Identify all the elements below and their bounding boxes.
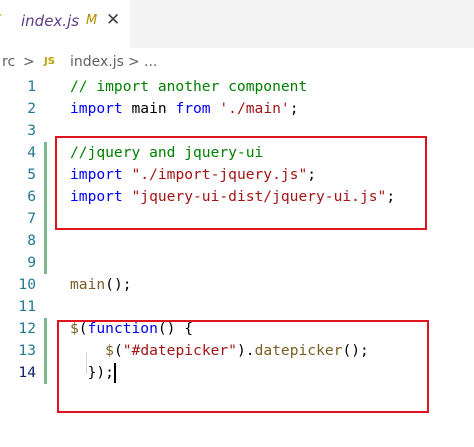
line-number: 4 — [27, 144, 36, 161]
line-number: 9 — [27, 254, 36, 271]
gutter-change-marker[interactable] — [44, 340, 47, 362]
tab-bar: ̸ index.js M ✕ — [0, 0, 474, 48]
tab-filename: index.js — [21, 12, 80, 30]
breadcrumb-file[interactable]: index.js — [70, 54, 124, 70]
line-number: 14 — [18, 364, 36, 381]
line-number: 6 — [27, 188, 36, 205]
code-text: main(); — [70, 274, 132, 296]
line-number: 11 — [18, 298, 36, 315]
code-line[interactable]: 1 // import another component — [0, 76, 474, 98]
javascript-file-icon: JS — [44, 56, 55, 67]
code-line[interactable]: 8 — [0, 230, 474, 252]
gutter-change-marker[interactable] — [44, 230, 47, 252]
modified-indicator: M — [86, 13, 98, 28]
code-line[interactable]: 10 main(); — [0, 274, 474, 296]
line-number: 7 — [27, 210, 36, 227]
breadcrumb-separator: > — [128, 54, 140, 70]
gutter-change-marker[interactable] — [44, 164, 47, 186]
code-text: import main from './main'; — [70, 98, 298, 120]
code-line[interactable]: 11 — [0, 296, 474, 318]
code-token: main — [122, 100, 176, 117]
code-text: // import another component — [70, 76, 307, 98]
code-token: ; — [289, 100, 299, 117]
line-number: 5 — [27, 166, 36, 183]
close-icon[interactable]: ✕ — [106, 10, 120, 30]
gutter-change-marker[interactable] — [44, 362, 47, 384]
code-line[interactable]: 2 import main from './main'; — [0, 98, 474, 120]
code-token: from — [175, 100, 211, 117]
line-number: 12 — [18, 320, 36, 337]
code-token: // import another component — [70, 78, 308, 95]
breadcrumb-separator: > — [23, 54, 35, 70]
line-number: 2 — [27, 100, 36, 117]
highlight-box-jquery-imports — [55, 136, 427, 230]
line-number: 1 — [27, 78, 36, 95]
code-line[interactable]: 9 — [0, 252, 474, 274]
breadcrumb: rc > JS index.js > ... — [0, 50, 474, 74]
code-token: './main' — [219, 100, 290, 117]
breadcrumb-folder[interactable]: rc — [2, 54, 15, 70]
line-number: 8 — [27, 232, 36, 249]
gutter-change-marker[interactable] — [44, 186, 47, 208]
line-number: 13 — [18, 342, 36, 359]
gutter-change-marker[interactable] — [44, 208, 47, 230]
highlight-box-datepicker-init — [57, 320, 429, 413]
tab-index-js[interactable]: ̸ index.js M ✕ — [0, 0, 130, 48]
code-token: main — [70, 276, 106, 293]
breadcrumb-symbol[interactable]: ... — [144, 54, 157, 70]
gutter-change-marker[interactable] — [44, 318, 47, 340]
gutter-change-marker[interactable] — [44, 142, 47, 164]
gutter-change-marker[interactable] — [44, 252, 47, 274]
code-token: import — [70, 100, 123, 117]
line-number: 10 — [18, 276, 36, 293]
line-number: 3 — [27, 122, 36, 139]
code-token: (); — [105, 276, 132, 293]
